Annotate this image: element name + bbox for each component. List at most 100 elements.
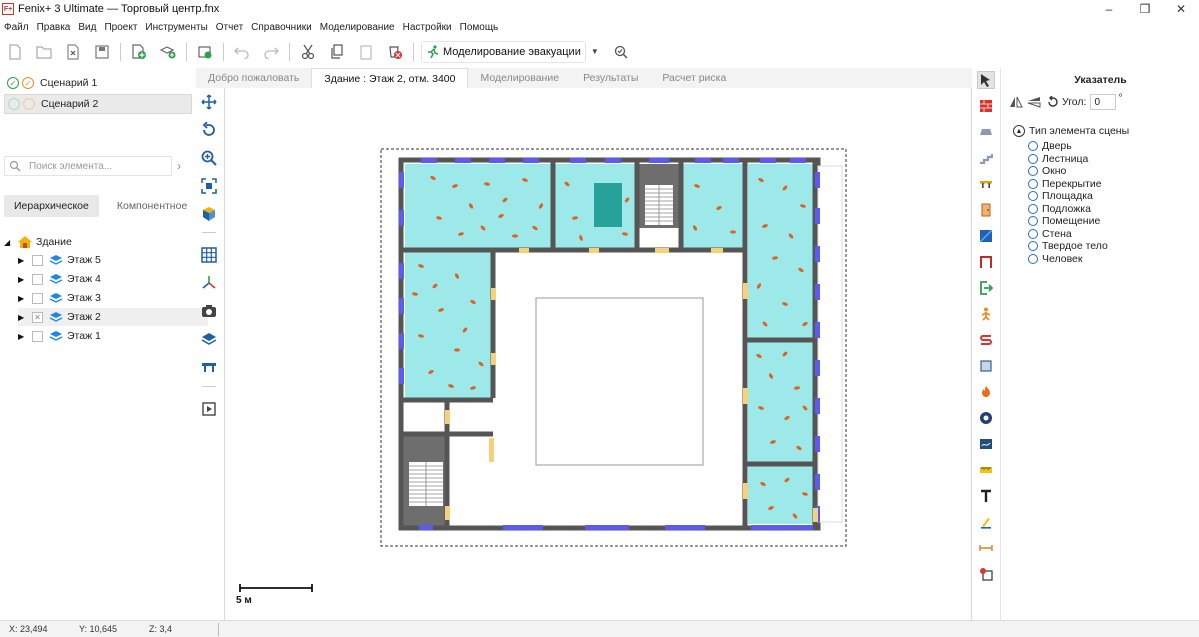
simulation-dropdown-button[interactable]: ▼ — [588, 41, 602, 63]
pointer-tool[interactable] — [977, 71, 995, 89]
type-solid-body-option[interactable]: Твердое тело — [1028, 240, 1108, 252]
menu-file[interactable]: Файл — [0, 22, 33, 33]
type-underlay-option[interactable]: Подложка — [1028, 203, 1091, 215]
door-tool[interactable] — [977, 201, 995, 219]
collapse-up-icon[interactable]: ▲ — [1013, 125, 1025, 137]
menu-project[interactable]: Проект — [100, 22, 141, 33]
3d-view-button[interactable] — [200, 205, 218, 223]
floor-2-checkbox[interactable]: ✕ — [32, 311, 43, 323]
type-person-option[interactable]: Человек — [1028, 253, 1082, 265]
stair-tool[interactable] — [977, 149, 995, 167]
element-type-section[interactable]: ▲ Тип элемента сцены — [1013, 125, 1129, 137]
tab-welcome[interactable]: Добро пожаловать — [196, 68, 311, 88]
type-slab-option[interactable]: Перекрытие — [1028, 178, 1102, 190]
section-plane-button[interactable] — [200, 358, 218, 376]
sensor-tool[interactable] — [977, 409, 995, 427]
menu-settings[interactable]: Настройки — [399, 22, 456, 33]
grid-button[interactable] — [200, 246, 218, 264]
scenario-2[interactable]: ✓ ✓ Сценарий 2 — [4, 94, 192, 114]
menu-tools[interactable]: Инструменты — [141, 22, 211, 33]
radio-button[interactable] — [1028, 178, 1038, 189]
redo-button[interactable] — [260, 41, 282, 63]
floor-3-checkbox[interactable] — [32, 292, 43, 304]
tree-root-building[interactable]: ◢ Здание — [4, 233, 194, 251]
measure-tool[interactable] — [977, 461, 995, 479]
layers-button[interactable] — [200, 330, 218, 348]
menu-help[interactable]: Помощь — [456, 22, 503, 33]
tab-building-floor[interactable]: Здание : Этаж 2, отм. 3400 — [311, 68, 469, 88]
chevron-right-icon[interactable]: › — [177, 159, 181, 173]
group-tool[interactable] — [977, 565, 995, 583]
tree-floor-5[interactable]: ▶ Этаж 5 — [18, 251, 208, 269]
marker-tool[interactable] — [977, 513, 995, 531]
expand-right-icon[interactable]: ▶ — [18, 294, 26, 303]
type-wall-option[interactable]: Стена — [1028, 228, 1072, 240]
radio-button[interactable] — [1028, 241, 1038, 251]
wall-tool[interactable] — [977, 97, 995, 115]
platform-tool[interactable] — [977, 175, 995, 193]
radio-button[interactable] — [1028, 203, 1038, 214]
floor-1-checkbox[interactable] — [32, 330, 43, 342]
type-window-option[interactable]: Окно — [1028, 165, 1066, 177]
radio-button[interactable] — [1028, 191, 1038, 201]
slab-tool[interactable] — [977, 123, 995, 141]
rotate-icon[interactable] — [1047, 96, 1059, 108]
floor-4-checkbox[interactable] — [32, 273, 43, 285]
radio-button[interactable] — [1028, 253, 1038, 264]
zoom-button[interactable] — [200, 149, 218, 167]
radio-button[interactable] — [1028, 166, 1038, 176]
expand-right-icon[interactable]: ▶ — [18, 275, 26, 284]
close-file-button[interactable] — [62, 41, 84, 63]
path-tool[interactable] — [977, 331, 995, 349]
floor-plan-canvas[interactable]: 5 м — [224, 88, 972, 620]
menu-report[interactable]: Отчет — [212, 22, 247, 33]
opening-tool[interactable] — [977, 253, 995, 271]
radio-button[interactable] — [1028, 228, 1038, 239]
undo-button[interactable] — [231, 41, 253, 63]
menu-view[interactable]: Вид — [74, 22, 100, 33]
tab-results[interactable]: Результаты — [571, 68, 650, 88]
screenshot-button[interactable] — [200, 302, 218, 320]
expand-right-icon[interactable]: ▶ — [18, 256, 26, 265]
video-button[interactable] — [200, 400, 218, 418]
dimension-tool[interactable] — [977, 539, 995, 557]
exit-tool[interactable] — [977, 279, 995, 297]
axes-button[interactable] — [200, 274, 218, 292]
menu-edit[interactable]: Правка — [33, 22, 75, 33]
tree-floor-3[interactable]: ▶ Этаж 3 — [18, 289, 208, 307]
pan-button[interactable] — [200, 93, 218, 111]
inspect-button[interactable] — [610, 41, 632, 63]
cut-button[interactable] — [297, 41, 319, 63]
type-door-option[interactable]: Дверь — [1028, 140, 1072, 152]
zoom-extents-button[interactable] — [200, 177, 218, 195]
menu-simulation[interactable]: Моделирование — [316, 22, 399, 33]
radio-button[interactable] — [1028, 153, 1038, 164]
expand-right-icon[interactable]: ▶ — [18, 332, 26, 341]
image-tool[interactable] — [977, 435, 995, 453]
text-tool[interactable] — [977, 487, 995, 505]
type-platform-option[interactable]: Площадка — [1028, 190, 1093, 202]
add-layer-button[interactable] — [157, 41, 179, 63]
flip-horizontal-icon[interactable] — [1009, 96, 1023, 108]
tree-floor-2[interactable]: ▶ ✕ Этаж 2 — [18, 308, 208, 326]
save-button[interactable] — [91, 41, 113, 63]
close-button[interactable]: ✕ — [1163, 0, 1199, 18]
tree-floor-1[interactable]: ▶ Этаж 1 — [18, 327, 208, 345]
copy-button[interactable] — [326, 41, 348, 63]
expand-right-icon[interactable]: ▶ — [18, 313, 26, 322]
floor-5-checkbox[interactable] — [32, 254, 43, 266]
flip-vertical-icon[interactable] — [1027, 96, 1041, 108]
expand-down-icon[interactable]: ◢ — [4, 238, 12, 247]
tab-hierarchical[interactable]: Иерархическое — [4, 195, 99, 217]
radio-button[interactable] — [1028, 141, 1038, 151]
new-file-button[interactable] — [4, 41, 26, 63]
window-tool[interactable] — [977, 227, 995, 245]
open-file-button[interactable] — [33, 41, 55, 63]
rotate-view-button[interactable] — [200, 121, 218, 139]
copy-scene-button[interactable] — [194, 41, 216, 63]
angle-input[interactable]: 0 — [1090, 94, 1117, 110]
menu-references[interactable]: Справочники — [247, 22, 316, 33]
delete-button[interactable] — [384, 41, 406, 63]
tab-simulation[interactable]: Моделирование — [468, 68, 571, 88]
room-tool[interactable] — [977, 357, 995, 375]
